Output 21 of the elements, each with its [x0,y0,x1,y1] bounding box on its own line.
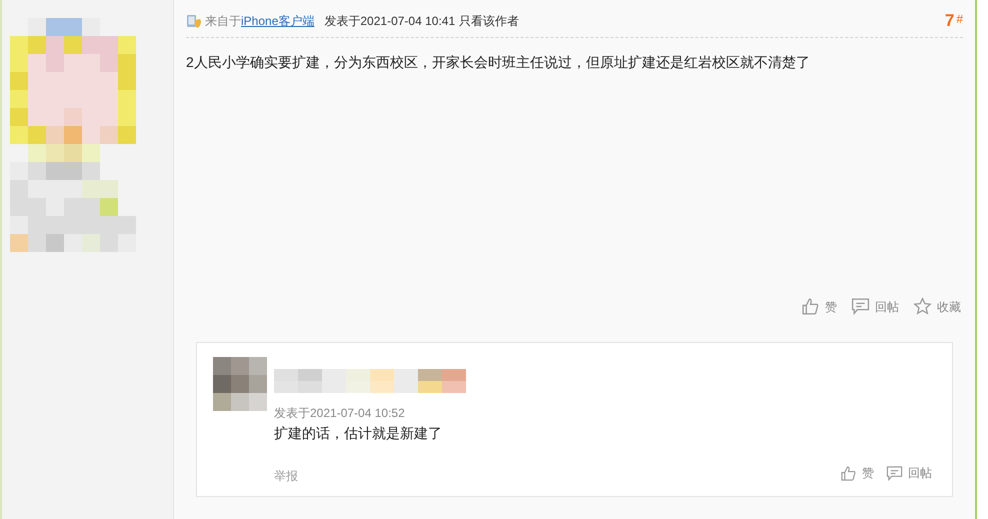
favorite-button[interactable]: 收藏 [913,297,961,316]
phone-shield-icon [186,12,202,28]
speech-bubble-icon [851,297,870,316]
like-button[interactable]: 赞 [840,464,874,482]
thumbs-up-icon [801,297,820,316]
star-icon [913,297,932,316]
report-link[interactable]: 举报 [274,467,298,485]
post-time: 发表于2021-07-04 10:41 [324,12,456,30]
speech-bubble-icon [886,464,903,482]
reply-button[interactable]: 回帖 [851,297,899,316]
floor-mark: # [956,11,963,28]
source-label: 来自于 [205,12,241,30]
comment-text: 扩建的话，估计就是新建了 [274,424,442,443]
post-text: 2人民小学确实要扩建，分为东西校区，开家长会时班主任说过，但原址扩建还是红岩校区就不清楚了 [186,53,811,72]
comment-time: 发表于2021-07-04 10:52 [274,405,405,422]
only-author-link[interactable]: 只看该作者 [459,12,520,30]
reply-button[interactable]: 回帖 [886,464,932,482]
thumbs-up-icon [840,464,857,482]
client-link[interactable]: iPhone客户端 [241,12,314,30]
like-button[interactable]: 赞 [801,297,837,316]
floor-number: 7 [944,10,954,32]
